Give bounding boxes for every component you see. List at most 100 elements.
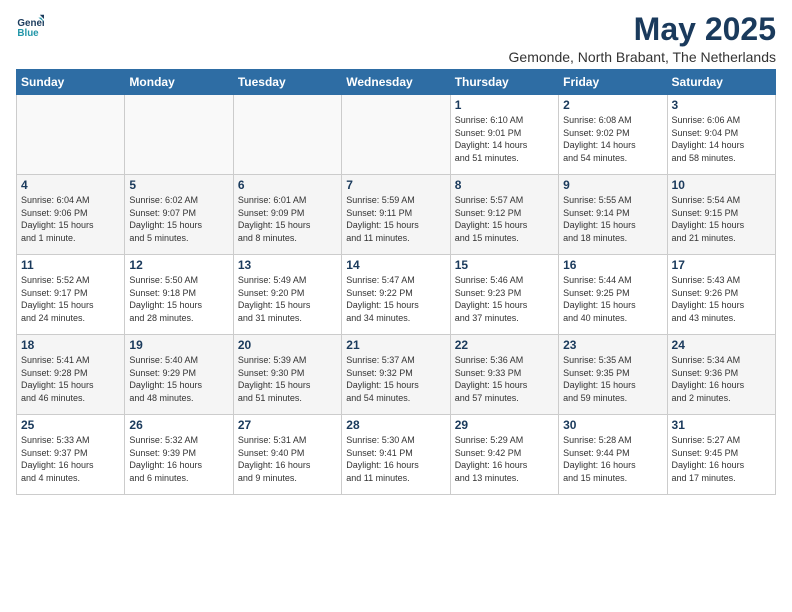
day-number: 15 (455, 258, 554, 272)
day-number: 21 (346, 338, 445, 352)
day-cell: 25 Sunrise: 5:33 AM Sunset: 9:37 PM Dayli… (17, 415, 125, 495)
day-info: Sunrise: 6:02 AM Sunset: 9:07 PM Dayligh… (129, 194, 228, 244)
day-info: Sunrise: 5:52 AM Sunset: 9:17 PM Dayligh… (21, 274, 120, 324)
col-monday: Monday (125, 70, 233, 95)
day-cell: 31 Sunrise: 5:27 AM Sunset: 9:45 PM Dayli… (667, 415, 775, 495)
day-cell: 13 Sunrise: 5:49 AM Sunset: 9:20 PM Dayli… (233, 255, 341, 335)
day-cell: 18Sunrise: 5:41 AM Sunset: 9:28 PM Dayli… (17, 335, 125, 415)
calendar-table: Sunday Monday Tuesday Wednesday Thursday… (16, 69, 776, 495)
day-cell: 21 Sunrise: 5:37 AM Sunset: 9:32 PM Dayli… (342, 335, 450, 415)
day-cell: 1Sunrise: 6:10 AM Sunset: 9:01 PM Daylig… (450, 95, 558, 175)
day-number: 25 (21, 418, 120, 432)
day-info: Sunrise: 5:28 AM Sunset: 9:44 PM Dayligh… (563, 434, 662, 484)
day-cell: 2 Sunrise: 6:08 AM Sunset: 9:02 PM Daylig… (559, 95, 667, 175)
day-info: Sunrise: 6:10 AM Sunset: 9:01 PM Dayligh… (455, 114, 554, 164)
day-info: Sunrise: 5:27 AM Sunset: 9:45 PM Dayligh… (672, 434, 771, 484)
week-row-2: 4 Sunrise: 6:04 AM Sunset: 9:06 PM Daylig… (17, 175, 776, 255)
logo-icon: General Blue (16, 12, 44, 40)
day-cell: 14 Sunrise: 5:47 AM Sunset: 9:22 PM Dayli… (342, 255, 450, 335)
day-number: 16 (563, 258, 662, 272)
col-sunday: Sunday (17, 70, 125, 95)
day-number: 11 (21, 258, 120, 272)
col-wednesday: Wednesday (342, 70, 450, 95)
day-info: Sunrise: 6:01 AM Sunset: 9:09 PM Dayligh… (238, 194, 337, 244)
day-number: 8 (455, 178, 554, 192)
week-row-1: 1Sunrise: 6:10 AM Sunset: 9:01 PM Daylig… (17, 95, 776, 175)
day-cell: 29Sunrise: 5:29 AM Sunset: 9:42 PM Dayli… (450, 415, 558, 495)
day-cell: 3Sunrise: 6:06 AM Sunset: 9:04 PM Daylig… (667, 95, 775, 175)
day-info: Sunrise: 5:37 AM Sunset: 9:32 PM Dayligh… (346, 354, 445, 404)
col-friday: Friday (559, 70, 667, 95)
day-number: 13 (238, 258, 337, 272)
day-info: Sunrise: 5:33 AM Sunset: 9:37 PM Dayligh… (21, 434, 120, 484)
day-number: 7 (346, 178, 445, 192)
day-cell: 11 Sunrise: 5:52 AM Sunset: 9:17 PM Dayli… (17, 255, 125, 335)
week-row-3: 11 Sunrise: 5:52 AM Sunset: 9:17 PM Dayli… (17, 255, 776, 335)
day-number: 31 (672, 418, 771, 432)
day-cell: 23 Sunrise: 5:35 AM Sunset: 9:35 PM Dayli… (559, 335, 667, 415)
day-info: Sunrise: 5:57 AM Sunset: 9:12 PM Dayligh… (455, 194, 554, 244)
day-number: 9 (563, 178, 662, 192)
day-info: Sunrise: 5:40 AM Sunset: 9:29 PM Dayligh… (129, 354, 228, 404)
day-info: Sunrise: 5:35 AM Sunset: 9:35 PM Dayligh… (563, 354, 662, 404)
week-row-5: 25 Sunrise: 5:33 AM Sunset: 9:37 PM Dayli… (17, 415, 776, 495)
day-cell: 27Sunrise: 5:31 AM Sunset: 9:40 PM Dayli… (233, 415, 341, 495)
day-info: Sunrise: 6:04 AM Sunset: 9:06 PM Dayligh… (21, 194, 120, 244)
day-info: Sunrise: 5:54 AM Sunset: 9:15 PM Dayligh… (672, 194, 771, 244)
title-block: May 2025 Gemonde, North Brabant, The Net… (509, 12, 776, 65)
day-cell: 28 Sunrise: 5:30 AM Sunset: 9:41 PM Dayli… (342, 415, 450, 495)
day-number: 2 (563, 98, 662, 112)
day-cell: 19 Sunrise: 5:40 AM Sunset: 9:29 PM Dayli… (125, 335, 233, 415)
day-info: Sunrise: 5:44 AM Sunset: 9:25 PM Dayligh… (563, 274, 662, 324)
day-cell: 16 Sunrise: 5:44 AM Sunset: 9:25 PM Dayli… (559, 255, 667, 335)
day-info: Sunrise: 5:31 AM Sunset: 9:40 PM Dayligh… (238, 434, 337, 484)
day-number: 19 (129, 338, 228, 352)
day-number: 23 (563, 338, 662, 352)
day-info: Sunrise: 5:59 AM Sunset: 9:11 PM Dayligh… (346, 194, 445, 244)
day-number: 29 (455, 418, 554, 432)
day-cell (233, 95, 341, 175)
day-cell: 10Sunrise: 5:54 AM Sunset: 9:15 PM Dayli… (667, 175, 775, 255)
day-cell: 15 Sunrise: 5:46 AM Sunset: 9:23 PM Dayli… (450, 255, 558, 335)
col-saturday: Saturday (667, 70, 775, 95)
day-info: Sunrise: 6:06 AM Sunset: 9:04 PM Dayligh… (672, 114, 771, 164)
day-info: Sunrise: 5:47 AM Sunset: 9:22 PM Dayligh… (346, 274, 445, 324)
day-cell: 7 Sunrise: 5:59 AM Sunset: 9:11 PM Daylig… (342, 175, 450, 255)
col-thursday: Thursday (450, 70, 558, 95)
day-cell: 9Sunrise: 5:55 AM Sunset: 9:14 PM Daylig… (559, 175, 667, 255)
day-info: Sunrise: 5:30 AM Sunset: 9:41 PM Dayligh… (346, 434, 445, 484)
header-row: Sunday Monday Tuesday Wednesday Thursday… (17, 70, 776, 95)
day-cell: 6Sunrise: 6:01 AM Sunset: 9:09 PM Daylig… (233, 175, 341, 255)
day-number: 20 (238, 338, 337, 352)
page: General Blue May 2025 Gemonde, North Bra… (0, 0, 792, 503)
day-info: Sunrise: 5:34 AM Sunset: 9:36 PM Dayligh… (672, 354, 771, 404)
day-number: 30 (563, 418, 662, 432)
day-cell (125, 95, 233, 175)
month-title: May 2025 (509, 12, 776, 47)
day-number: 28 (346, 418, 445, 432)
day-number: 4 (21, 178, 120, 192)
day-number: 18 (21, 338, 120, 352)
day-number: 22 (455, 338, 554, 352)
day-cell (17, 95, 125, 175)
day-info: Sunrise: 5:36 AM Sunset: 9:33 PM Dayligh… (455, 354, 554, 404)
day-cell: 8 Sunrise: 5:57 AM Sunset: 9:12 PM Daylig… (450, 175, 558, 255)
day-number: 14 (346, 258, 445, 272)
day-info: Sunrise: 5:50 AM Sunset: 9:18 PM Dayligh… (129, 274, 228, 324)
day-cell (342, 95, 450, 175)
day-info: Sunrise: 5:32 AM Sunset: 9:39 PM Dayligh… (129, 434, 228, 484)
day-number: 26 (129, 418, 228, 432)
day-info: Sunrise: 5:46 AM Sunset: 9:23 PM Dayligh… (455, 274, 554, 324)
day-cell: 26 Sunrise: 5:32 AM Sunset: 9:39 PM Dayli… (125, 415, 233, 495)
day-number: 24 (672, 338, 771, 352)
day-number: 17 (672, 258, 771, 272)
day-cell: 5Sunrise: 6:02 AM Sunset: 9:07 PM Daylig… (125, 175, 233, 255)
day-cell: 17Sunrise: 5:43 AM Sunset: 9:26 PM Dayli… (667, 255, 775, 335)
col-tuesday: Tuesday (233, 70, 341, 95)
day-cell: 24 Sunrise: 5:34 AM Sunset: 9:36 PM Dayli… (667, 335, 775, 415)
day-cell: 20 Sunrise: 5:39 AM Sunset: 9:30 PM Dayli… (233, 335, 341, 415)
day-info: Sunrise: 6:08 AM Sunset: 9:02 PM Dayligh… (563, 114, 662, 164)
header: General Blue May 2025 Gemonde, North Bra… (16, 12, 776, 65)
day-info: Sunrise: 5:49 AM Sunset: 9:20 PM Dayligh… (238, 274, 337, 324)
day-info: Sunrise: 5:39 AM Sunset: 9:30 PM Dayligh… (238, 354, 337, 404)
